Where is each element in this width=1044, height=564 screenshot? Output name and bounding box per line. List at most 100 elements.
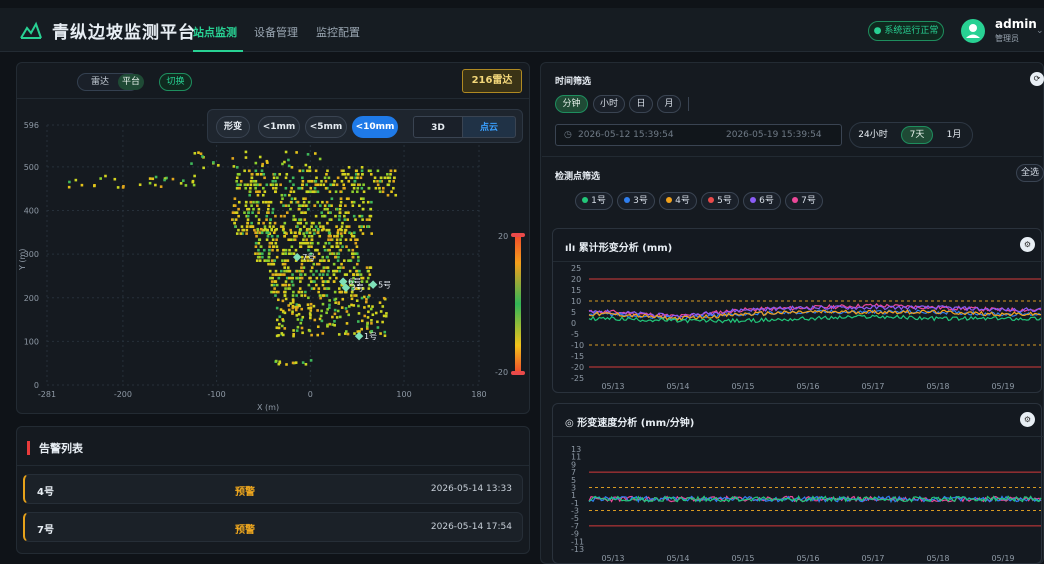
granularity-hour[interactable]: 小时 xyxy=(593,95,625,113)
radar-panel: 雷达 平台 切换 216雷达 596 500 400 300 200 100 0 -281 -2… xyxy=(16,62,530,414)
cloud-point xyxy=(231,218,234,221)
cloud-point xyxy=(280,269,283,273)
cloud-point xyxy=(300,318,303,322)
cloud-point xyxy=(255,200,258,204)
divider xyxy=(17,465,529,466)
cloud-point xyxy=(302,200,306,204)
point-chip[interactable]: 3号 xyxy=(617,192,655,210)
cloud-point xyxy=(394,193,398,197)
cloud-point xyxy=(295,329,299,332)
cloud-point xyxy=(237,207,240,211)
cloud-point xyxy=(267,262,270,266)
cloud-point xyxy=(282,333,285,337)
cloud-point xyxy=(283,221,287,225)
view-3d-button[interactable]: 3D xyxy=(413,116,463,138)
deform-toggle-button[interactable]: 形变 xyxy=(216,116,250,138)
point-chip[interactable]: 4号 xyxy=(659,192,697,210)
cloud-point xyxy=(255,259,259,262)
alarm-panel: 告警列表 4号 预警 2026-05-14 13:33 7号 预警 2026-0… xyxy=(16,426,530,554)
chevron-down-icon[interactable]: ⌄ xyxy=(1036,26,1044,36)
cloud-point xyxy=(339,241,342,245)
cloud-point xyxy=(279,200,283,204)
cloud-point xyxy=(326,273,329,276)
cloud-point xyxy=(342,259,346,262)
cloud-point xyxy=(328,252,332,255)
range-7d[interactable]: 7天 xyxy=(901,126,933,144)
alarm-row[interactable]: 4号 预警 2026-05-14 13:33 xyxy=(23,474,523,504)
cloud-point xyxy=(258,252,262,255)
cloud-point xyxy=(278,360,282,364)
colorbar-min-handle[interactable] xyxy=(511,371,525,375)
alarm-site: 4号 xyxy=(37,487,54,498)
date-range-input[interactable]: ◷ 2026-05-12 15:39:54 2026-05-19 15:39:5… xyxy=(555,124,842,146)
cloud-point xyxy=(332,280,336,283)
cloud-point xyxy=(239,183,242,187)
granularity-month[interactable]: 月 xyxy=(657,95,681,113)
point-chip[interactable]: 6号 xyxy=(743,192,781,210)
cloud-point xyxy=(349,238,353,242)
gear-icon[interactable]: ⚙ xyxy=(1020,412,1035,427)
range-1m[interactable]: 1月 xyxy=(939,126,969,144)
point-chip-label: 7号 xyxy=(801,196,816,206)
alarm-row[interactable]: 7号 预警 2026-05-14 17:54 xyxy=(23,512,523,542)
cloud-point xyxy=(190,162,193,165)
cloud-point xyxy=(275,227,278,231)
cloud-point xyxy=(339,266,342,269)
cloud-point xyxy=(284,248,288,252)
cloud-point xyxy=(350,294,353,297)
cloud-point xyxy=(312,262,316,266)
cloud-point xyxy=(299,280,302,283)
cloud-point xyxy=(376,179,379,183)
filter-lt1mm-button[interactable]: <1mm xyxy=(258,116,300,138)
refresh-icon[interactable]: ⟳ xyxy=(1030,72,1044,86)
range-24h[interactable]: 24小时 xyxy=(853,126,893,144)
cloud-point xyxy=(379,332,382,335)
point-chip[interactable]: 7号 xyxy=(785,192,823,210)
filter-lt10mm-button[interactable]: <10mm xyxy=(352,116,398,138)
colorbar-max-handle[interactable] xyxy=(511,233,525,237)
cloud-point xyxy=(352,273,355,276)
cloud-point xyxy=(318,157,322,161)
cloud-point xyxy=(355,269,358,273)
cloud-point xyxy=(290,245,294,249)
cloud-point xyxy=(309,190,312,194)
speed-chart-card: ◎ 形变速度分析 (mm/分钟) ⚙ 13 11 9 7 5 3 1 -1 -3 -5 -7 -9 -1… xyxy=(552,403,1043,564)
cloud-point xyxy=(356,186,360,190)
select-all-button[interactable]: 全选 xyxy=(1016,164,1044,182)
cloud-point xyxy=(260,231,264,235)
cloud-point xyxy=(366,276,370,280)
cloud-point xyxy=(316,190,320,194)
granularity-minute[interactable]: 分钟 xyxy=(555,95,588,113)
switch-button[interactable]: 切换 xyxy=(159,73,192,91)
cloud-point xyxy=(358,214,361,218)
view-pointcloud-button[interactable]: 点云 xyxy=(462,116,516,138)
cloud-point xyxy=(254,183,258,187)
cloud-point xyxy=(268,248,271,252)
user-name[interactable]: admin xyxy=(995,17,1037,31)
granularity-day[interactable]: 日 xyxy=(629,95,653,113)
cloud-point xyxy=(257,218,261,221)
cloud-point xyxy=(318,259,322,262)
cloud-point xyxy=(338,214,341,218)
cloud-point xyxy=(316,200,319,204)
nav-device-management[interactable]: 设备管理 xyxy=(254,24,298,40)
user-avatar-icon[interactable] xyxy=(961,19,985,43)
cloud-point xyxy=(373,176,377,180)
y-tick-label: 100 xyxy=(24,337,39,346)
cloud-point xyxy=(361,276,365,280)
cloud-point xyxy=(291,176,295,180)
point-chip[interactable]: 5号 xyxy=(701,192,739,210)
cloud-point xyxy=(323,287,326,290)
nav-site-monitor[interactable]: 站点监测 xyxy=(193,24,237,40)
nav-monitor-config[interactable]: 监控配置 xyxy=(316,24,360,40)
cloud-point xyxy=(295,151,298,154)
radar-select-button[interactable]: 216雷达 xyxy=(462,69,522,93)
cloud-point xyxy=(335,183,339,187)
cloud-point xyxy=(351,252,354,255)
platform-label[interactable]: 平台 xyxy=(118,74,144,90)
gear-icon[interactable]: ⚙ xyxy=(1020,237,1035,252)
cloud-point xyxy=(347,313,351,317)
cloud-point xyxy=(325,228,328,232)
point-chip[interactable]: 1号 xyxy=(575,192,613,210)
filter-lt5mm-button[interactable]: <5mm xyxy=(305,116,347,138)
